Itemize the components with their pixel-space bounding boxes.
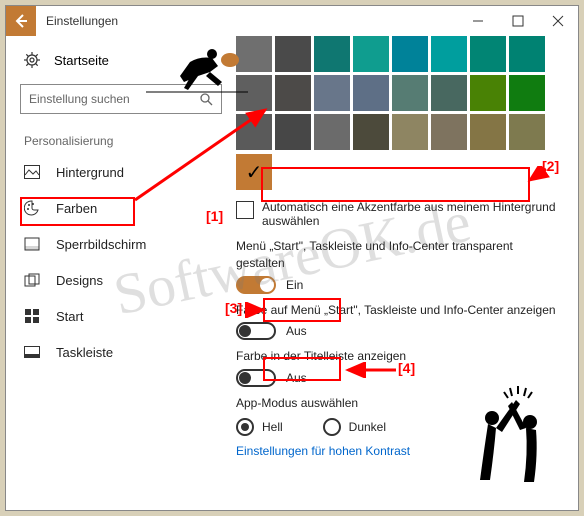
back-arrow-icon — [13, 13, 29, 29]
color-swatch[interactable] — [509, 75, 545, 111]
color-swatch[interactable] — [314, 114, 350, 150]
color-swatch[interactable] — [275, 75, 311, 111]
color-swatch[interactable] — [275, 36, 311, 72]
transparent-state: Ein — [286, 278, 303, 292]
app-mode-radios: Hell Dunkel — [236, 418, 564, 436]
radio-light[interactable]: Hell — [236, 418, 283, 436]
show-color-state: Aus — [286, 324, 307, 338]
close-icon — [552, 15, 564, 27]
color-swatch[interactable] — [470, 36, 506, 72]
transparent-label: Menü „Start", Taskleiste und Info-Center… — [236, 238, 564, 272]
color-swatch[interactable] — [470, 75, 506, 111]
sidebar-item-start[interactable]: Start — [6, 298, 236, 334]
sidebar-item-label: Farben — [56, 201, 97, 216]
color-swatch[interactable] — [236, 36, 272, 72]
color-swatch[interactable] — [236, 114, 272, 150]
high-contrast-link[interactable]: Einstellungen für hohen Kontrast — [236, 444, 564, 458]
show-color-label: Farbe auf Menü „Start", Taskleiste und I… — [236, 302, 564, 319]
sidebar-item-lockscreen[interactable]: Sperrbildschirm — [6, 226, 236, 262]
radio-dark[interactable]: Dunkel — [323, 418, 386, 436]
color-swatch[interactable] — [431, 36, 467, 72]
themes-icon — [24, 272, 40, 288]
radio-circle-icon — [323, 418, 341, 436]
search-input[interactable]: Einstellung suchen — [20, 84, 222, 114]
titlebar-color-label: Farbe in der Titelleiste anzeigen — [236, 348, 564, 365]
color-swatch[interactable] — [353, 114, 389, 150]
auto-accent-checkbox[interactable] — [236, 201, 254, 219]
color-swatch[interactable] — [392, 114, 428, 150]
back-button[interactable] — [6, 6, 36, 36]
sidebar-item-label: Hintergrund — [56, 165, 124, 180]
home-link[interactable]: Startseite — [6, 46, 236, 74]
palette-icon — [24, 200, 40, 216]
maximize-icon — [512, 15, 524, 27]
window-title: Einstellungen — [36, 14, 458, 28]
section-header: Personalisierung — [6, 124, 236, 154]
show-color-toggle[interactable] — [236, 322, 276, 340]
search-placeholder: Einstellung suchen — [29, 92, 199, 106]
sidebar-item-label: Taskleiste — [56, 345, 113, 360]
sidebar-item-label: Designs — [56, 273, 103, 288]
titlebar-color-toggle[interactable] — [236, 369, 276, 387]
color-swatch[interactable] — [353, 75, 389, 111]
selected-color-swatch[interactable] — [236, 154, 272, 190]
color-swatch[interactable] — [314, 36, 350, 72]
sidebar-item-taskbar[interactable]: Taskleiste — [6, 334, 236, 370]
transparent-toggle-row: Ein — [236, 276, 564, 294]
gear-icon — [24, 52, 40, 68]
radio-circle-icon — [236, 418, 254, 436]
color-swatch[interactable] — [314, 75, 350, 111]
settings-window: Einstellungen Startseite Einstellung suc… — [5, 5, 579, 511]
sidebar: Startseite Einstellung suchen Personalis… — [6, 36, 236, 510]
close-button[interactable] — [538, 6, 578, 36]
minimize-button[interactable] — [458, 6, 498, 36]
picture-icon — [24, 164, 40, 180]
color-swatch[interactable] — [431, 114, 467, 150]
minimize-icon — [472, 15, 484, 27]
sidebar-item-themes[interactable]: Designs — [6, 262, 236, 298]
window-body: Startseite Einstellung suchen Personalis… — [6, 36, 578, 510]
app-mode-label: App-Modus auswählen — [236, 395, 564, 412]
show-color-toggle-row: Aus — [236, 322, 564, 340]
auto-accent-label: Automatisch eine Akzentfarbe aus meinem … — [262, 200, 564, 228]
color-swatch[interactable] — [236, 75, 272, 111]
titlebar-color-toggle-row: Aus — [236, 369, 564, 387]
radio-dark-label: Dunkel — [349, 420, 386, 434]
taskbar-icon — [24, 344, 40, 360]
color-swatch[interactable] — [509, 36, 545, 72]
window-controls — [458, 6, 578, 36]
maximize-button[interactable] — [498, 6, 538, 36]
titlebar-color-state: Aus — [286, 371, 307, 385]
sidebar-item-label: Sperrbildschirm — [56, 237, 146, 252]
sidebar-item-colors[interactable]: Farben — [6, 190, 236, 226]
color-swatch[interactable] — [509, 114, 545, 150]
sidebar-item-background[interactable]: Hintergrund — [6, 154, 236, 190]
titlebar: Einstellungen — [6, 6, 578, 36]
search-icon — [199, 92, 213, 106]
sidebar-item-label: Start — [56, 309, 83, 324]
transparent-toggle[interactable] — [236, 276, 276, 294]
color-swatch[interactable] — [275, 114, 311, 150]
color-swatch[interactable] — [431, 75, 467, 111]
start-icon — [24, 308, 40, 324]
radio-light-label: Hell — [262, 420, 283, 434]
color-swatches — [236, 36, 564, 150]
color-swatch[interactable] — [392, 36, 428, 72]
content-panel: Automatisch eine Akzentfarbe aus meinem … — [236, 36, 578, 510]
home-label: Startseite — [54, 53, 109, 68]
lockscreen-icon — [24, 236, 40, 252]
color-swatch[interactable] — [392, 75, 428, 111]
color-swatch[interactable] — [470, 114, 506, 150]
color-swatch[interactable] — [353, 36, 389, 72]
auto-accent-row: Automatisch eine Akzentfarbe aus meinem … — [236, 200, 564, 228]
